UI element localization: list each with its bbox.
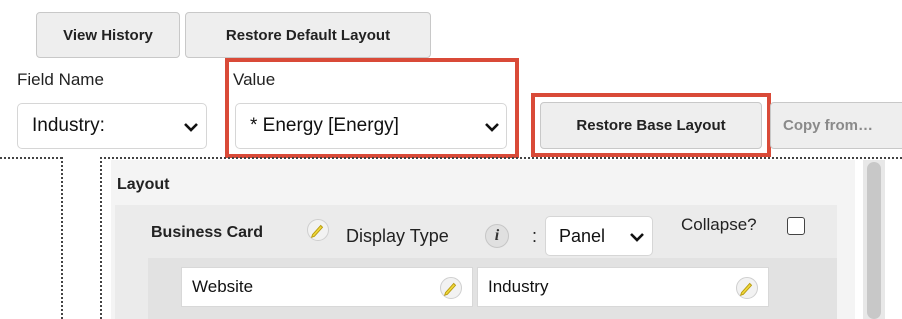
display-type-label: Display Type <box>346 226 449 246</box>
chevron-down-icon <box>630 233 644 242</box>
display-type-select[interactable]: Panel <box>545 216 653 256</box>
field-website[interactable]: Website <box>181 267 473 307</box>
layout-heading: Layout <box>117 176 170 193</box>
chevron-down-icon <box>184 123 198 132</box>
pencil-icon[interactable] <box>307 219 329 241</box>
layout-divider-inner <box>100 157 102 319</box>
panel-title: Business Card <box>151 224 264 241</box>
scrollbar-thumb[interactable] <box>867 162 881 319</box>
pencil-icon[interactable] <box>440 277 462 299</box>
layout-divider-top-left <box>0 157 62 159</box>
restore-default-layout-button[interactable]: Restore Default Layout <box>185 12 431 58</box>
view-history-label: View History <box>63 26 153 44</box>
display-type-colon: : <box>532 226 538 246</box>
copy-from-button[interactable]: Copy from… <box>770 102 902 149</box>
view-history-button[interactable]: View History <box>36 12 180 58</box>
field-industry[interactable]: Industry <box>477 267 769 307</box>
scrollbar-track[interactable] <box>863 160 885 319</box>
field-name-select[interactable]: Industry: <box>17 103 207 149</box>
field-name-label: Field Name <box>17 70 104 89</box>
collapse-checkbox[interactable] <box>787 217 805 235</box>
restore-base-highlight-box <box>531 93 771 157</box>
info-icon-glyph: i <box>494 227 500 244</box>
pencil-icon[interactable] <box>736 277 758 299</box>
value-highlight-box <box>225 58 519 158</box>
layout-divider-top-right <box>100 157 902 159</box>
field-name-value: Industry: <box>32 115 105 136</box>
field-website-label: Website <box>192 277 254 296</box>
layout-divider-left <box>61 157 63 319</box>
field-industry-label: Industry <box>488 277 549 296</box>
collapse-label: Collapse? <box>681 215 757 234</box>
restore-default-layout-label: Restore Default Layout <box>225 26 391 44</box>
display-type-value: Panel <box>559 225 606 246</box>
info-icon[interactable]: i <box>485 224 509 248</box>
copy-from-label: Copy from… <box>783 117 873 134</box>
